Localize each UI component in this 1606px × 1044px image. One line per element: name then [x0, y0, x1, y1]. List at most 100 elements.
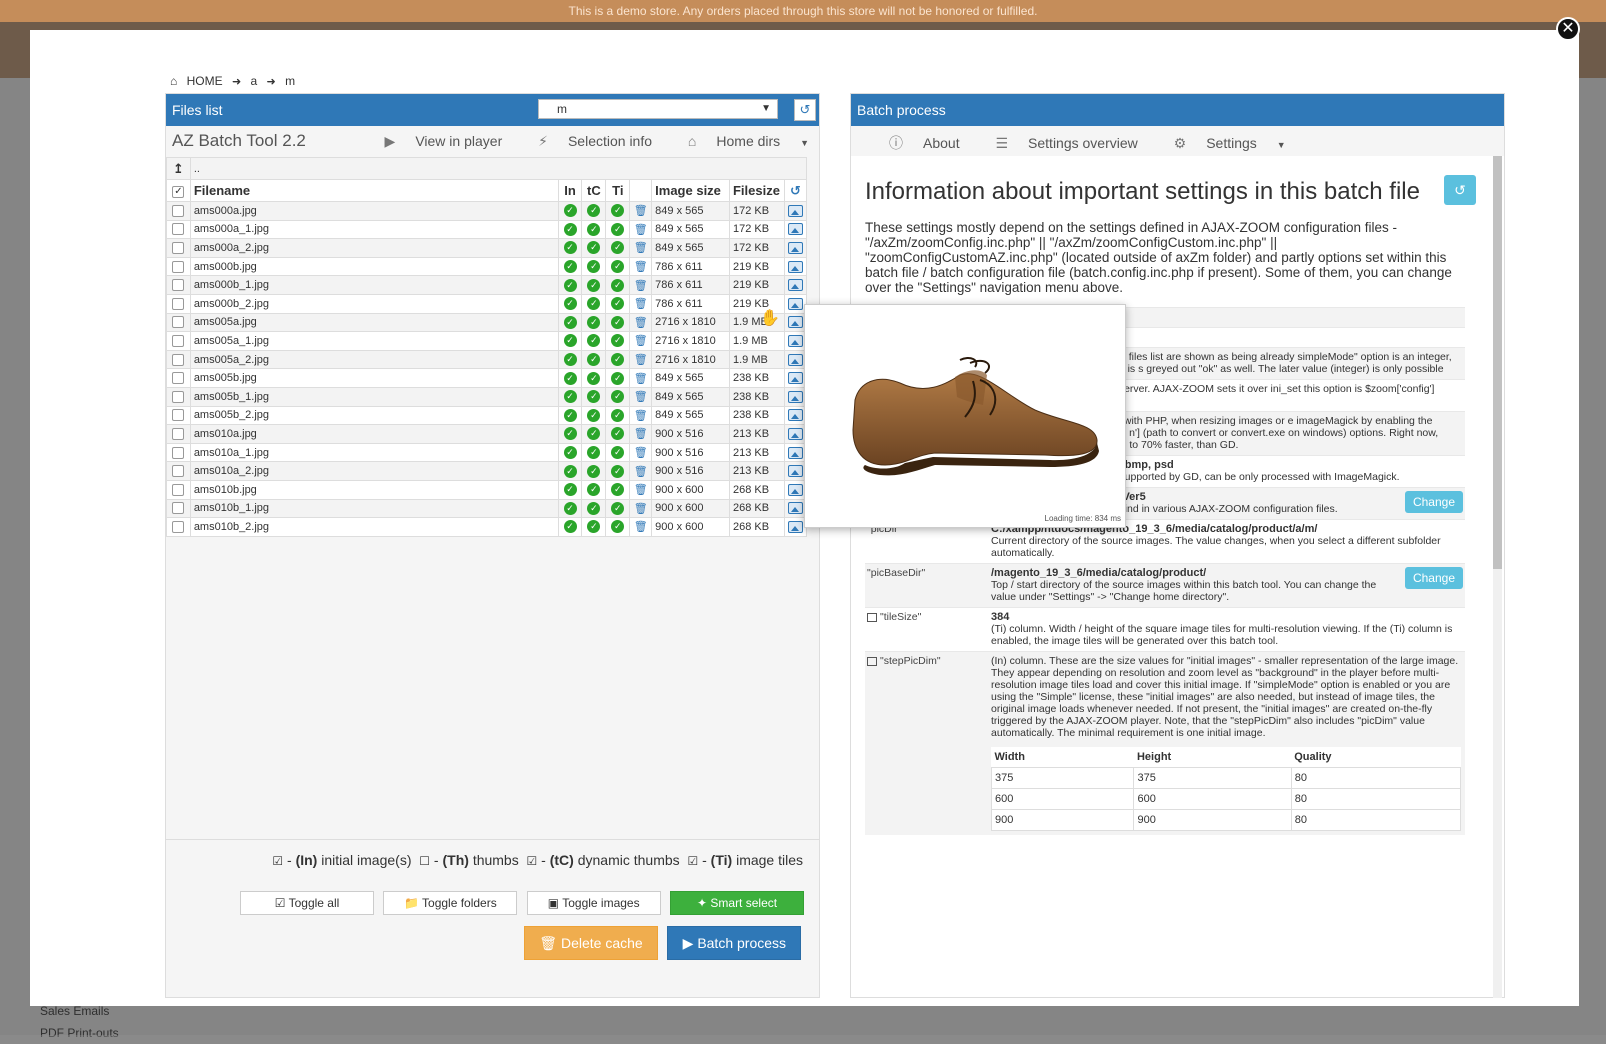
trash-icon[interactable]: 🗑 [629, 517, 653, 537]
legend-ti-checkbox[interactable]: ☑ [687, 854, 698, 868]
file-name[interactable]: ams005b_1.jpg [189, 386, 559, 407]
legend-in-checkbox[interactable]: ☑ [272, 854, 283, 868]
trash-icon[interactable]: 🗑 [629, 442, 653, 463]
file-name[interactable]: ams010a_1.jpg [189, 442, 559, 463]
file-checkbox[interactable] [166, 424, 191, 444]
trash-icon[interactable]: 🗑 [629, 386, 653, 407]
file-name[interactable]: ams010a.jpg [189, 424, 559, 444]
file-checkbox[interactable] [166, 461, 191, 481]
file-name[interactable]: ams005b_2.jpg [189, 405, 559, 426]
file-name[interactable]: ams000a_2.jpg [189, 238, 559, 258]
image-preview-icon[interactable] [783, 275, 808, 295]
file-row[interactable]: ams000a.jpg ✓ ✓ ✓ 🗑 849 x 565 172 KB [166, 201, 808, 221]
file-name[interactable]: ams000b.jpg [189, 256, 559, 277]
file-name[interactable]: ams005a_1.jpg [189, 331, 559, 351]
file-name[interactable]: ams005a.jpg [189, 312, 559, 333]
file-checkbox[interactable] [166, 275, 191, 295]
trash-icon[interactable]: 🗑 [629, 275, 653, 295]
file-row[interactable]: ams000a_2.jpg ✓ ✓ ✓ 🗑 849 x 565 172 KB [166, 238, 808, 258]
settings-overview-link[interactable]: ☰ Settings overview [979, 135, 1137, 151]
file-row[interactable]: ams010a_1.jpg ✓ ✓ ✓ 🗑 900 x 516 213 KB [166, 442, 808, 463]
change-button[interactable]: Change [1404, 567, 1463, 589]
file-checkbox[interactable] [166, 219, 191, 240]
file-row[interactable]: ams000b_1.jpg ✓ ✓ ✓ 🗑 786 x 611 219 KB [166, 275, 808, 295]
trash-icon[interactable]: 🗑 [629, 498, 653, 519]
select-all-checkbox[interactable]: ✓ [166, 179, 191, 202]
file-row[interactable]: ams010a_2.jpg ✓ ✓ ✓ 🗑 900 x 516 213 KB [166, 461, 808, 481]
file-checkbox[interactable] [166, 312, 191, 333]
settings-dropdown[interactable]: ⚙ Settings ▼ [1158, 135, 1286, 151]
parent-dir-row[interactable]: ↥ .. [166, 157, 808, 180]
file-row[interactable]: ams005a_1.jpg ✓ ✓ ✓ 🗑 2716 x 1810 1.9 MB [166, 331, 808, 351]
trash-icon[interactable]: 🗑 [629, 424, 653, 444]
file-checkbox[interactable] [166, 386, 191, 407]
trash-icon[interactable]: 🗑 [629, 238, 653, 258]
breadcrumb-item-a[interactable]: a [251, 74, 258, 88]
file-row[interactable]: ams000a_1.jpg ✓ ✓ ✓ 🗑 849 x 565 172 KB [166, 219, 808, 240]
file-name[interactable]: ams005b.jpg [189, 368, 559, 388]
selection-info-link[interactable]: ⚡ Selection info [522, 133, 652, 149]
file-checkbox[interactable] [166, 238, 191, 258]
about-link[interactable]: ⓘ About [873, 135, 960, 151]
toggle-folders-button[interactable]: 📁 Toggle folders [383, 891, 518, 915]
trash-icon[interactable]: 🗑 [629, 368, 653, 388]
trash-icon[interactable]: 🗑 [629, 293, 653, 314]
trash-icon[interactable]: 🗑 [629, 312, 653, 333]
level-up-icon[interactable]: ↥ [166, 157, 191, 180]
file-row[interactable]: ams010b_2.jpg ✓ ✓ ✓ 🗑 900 x 600 268 KB [166, 517, 808, 537]
change-button[interactable]: Change [1404, 491, 1463, 513]
smart-select-button[interactable]: ✦ Smart select [670, 891, 805, 915]
home-dirs-dropdown[interactable]: ⌂ Home dirs ▼ [672, 133, 809, 149]
file-row[interactable]: ams010b_1.jpg ✓ ✓ ✓ 🗑 900 x 600 268 KB [166, 498, 808, 519]
file-row[interactable]: ams005b_2.jpg ✓ ✓ ✓ 🗑 849 x 565 238 KB [166, 405, 808, 426]
file-checkbox[interactable] [166, 201, 191, 221]
trash-icon[interactable]: 🗑 [629, 201, 653, 221]
file-row[interactable]: ams010a.jpg ✓ ✓ ✓ 🗑 900 x 516 213 KB [166, 424, 808, 444]
file-checkbox[interactable] [166, 331, 191, 351]
file-name[interactable]: ams010b_1.jpg [189, 498, 559, 519]
close-modal-button[interactable]: ✕ [1556, 17, 1580, 41]
delete-cache-button[interactable]: 🗑 Delete cache [524, 926, 658, 960]
file-checkbox[interactable] [166, 293, 191, 314]
file-row[interactable]: ams000b.jpg ✓ ✓ ✓ 🗑 786 x 611 219 KB [166, 256, 808, 277]
file-row[interactable]: ams005b_1.jpg ✓ ✓ ✓ 🗑 849 x 565 238 KB [166, 386, 808, 407]
file-checkbox[interactable] [166, 256, 191, 277]
legend-th-checkbox[interactable]: ☐ [419, 854, 430, 868]
file-name[interactable]: ams005a_2.jpg [189, 349, 559, 370]
file-checkbox[interactable] [166, 405, 191, 426]
legend-tc-checkbox[interactable]: ☑ [527, 854, 538, 868]
file-name[interactable]: ams010a_2.jpg [189, 461, 559, 481]
file-checkbox[interactable] [166, 517, 191, 537]
trash-icon[interactable]: 🗑 [629, 461, 653, 481]
file-name[interactable]: ams000b_1.jpg [189, 275, 559, 295]
refresh-directory-button[interactable]: ↺ [794, 99, 816, 121]
file-name[interactable]: ams010b.jpg [189, 479, 559, 500]
batch-scroll-thumb[interactable] [1493, 156, 1502, 569]
file-checkbox[interactable] [166, 368, 191, 388]
trash-icon[interactable]: 🗑 [629, 219, 653, 240]
toggle-all-button[interactable]: ☑ Toggle all [240, 891, 374, 915]
image-preview-icon[interactable] [783, 256, 808, 277]
view-in-player-link[interactable]: ▶ View in player [369, 133, 503, 149]
trash-icon[interactable]: 🗑 [629, 331, 653, 351]
file-row[interactable]: ams010b.jpg ✓ ✓ ✓ 🗑 900 x 600 268 KB [166, 479, 808, 500]
image-preview-icon[interactable] [783, 201, 808, 221]
trash-icon[interactable]: 🗑 [629, 349, 653, 370]
file-row[interactable]: ams005a.jpg ✓ ✓ ✓ 🗑 2716 x 1810 1.9 MB [166, 312, 808, 333]
file-checkbox[interactable] [166, 349, 191, 370]
file-name[interactable]: ams010b_2.jpg [189, 517, 559, 537]
file-checkbox[interactable] [166, 498, 191, 519]
image-preview-icon[interactable] [783, 238, 808, 258]
refresh-list-icon[interactable]: ↺ [783, 179, 808, 202]
trash-icon[interactable]: 🗑 [629, 256, 653, 277]
file-checkbox[interactable] [166, 442, 191, 463]
file-row[interactable]: ams005a_2.jpg ✓ ✓ ✓ 🗑 2716 x 1810 1.9 MB [166, 349, 808, 370]
trash-icon[interactable]: 🗑 [629, 405, 653, 426]
file-row[interactable]: ams005b.jpg ✓ ✓ ✓ 🗑 849 x 565 238 KB [166, 368, 808, 388]
image-preview-icon[interactable] [783, 219, 808, 240]
file-checkbox[interactable] [166, 479, 191, 500]
trash-icon[interactable]: 🗑 [629, 479, 653, 500]
breadcrumb-home[interactable]: HOME [187, 74, 223, 88]
parent-dir-label[interactable]: .. [189, 157, 808, 180]
file-name[interactable]: ams000b_2.jpg [189, 293, 559, 314]
